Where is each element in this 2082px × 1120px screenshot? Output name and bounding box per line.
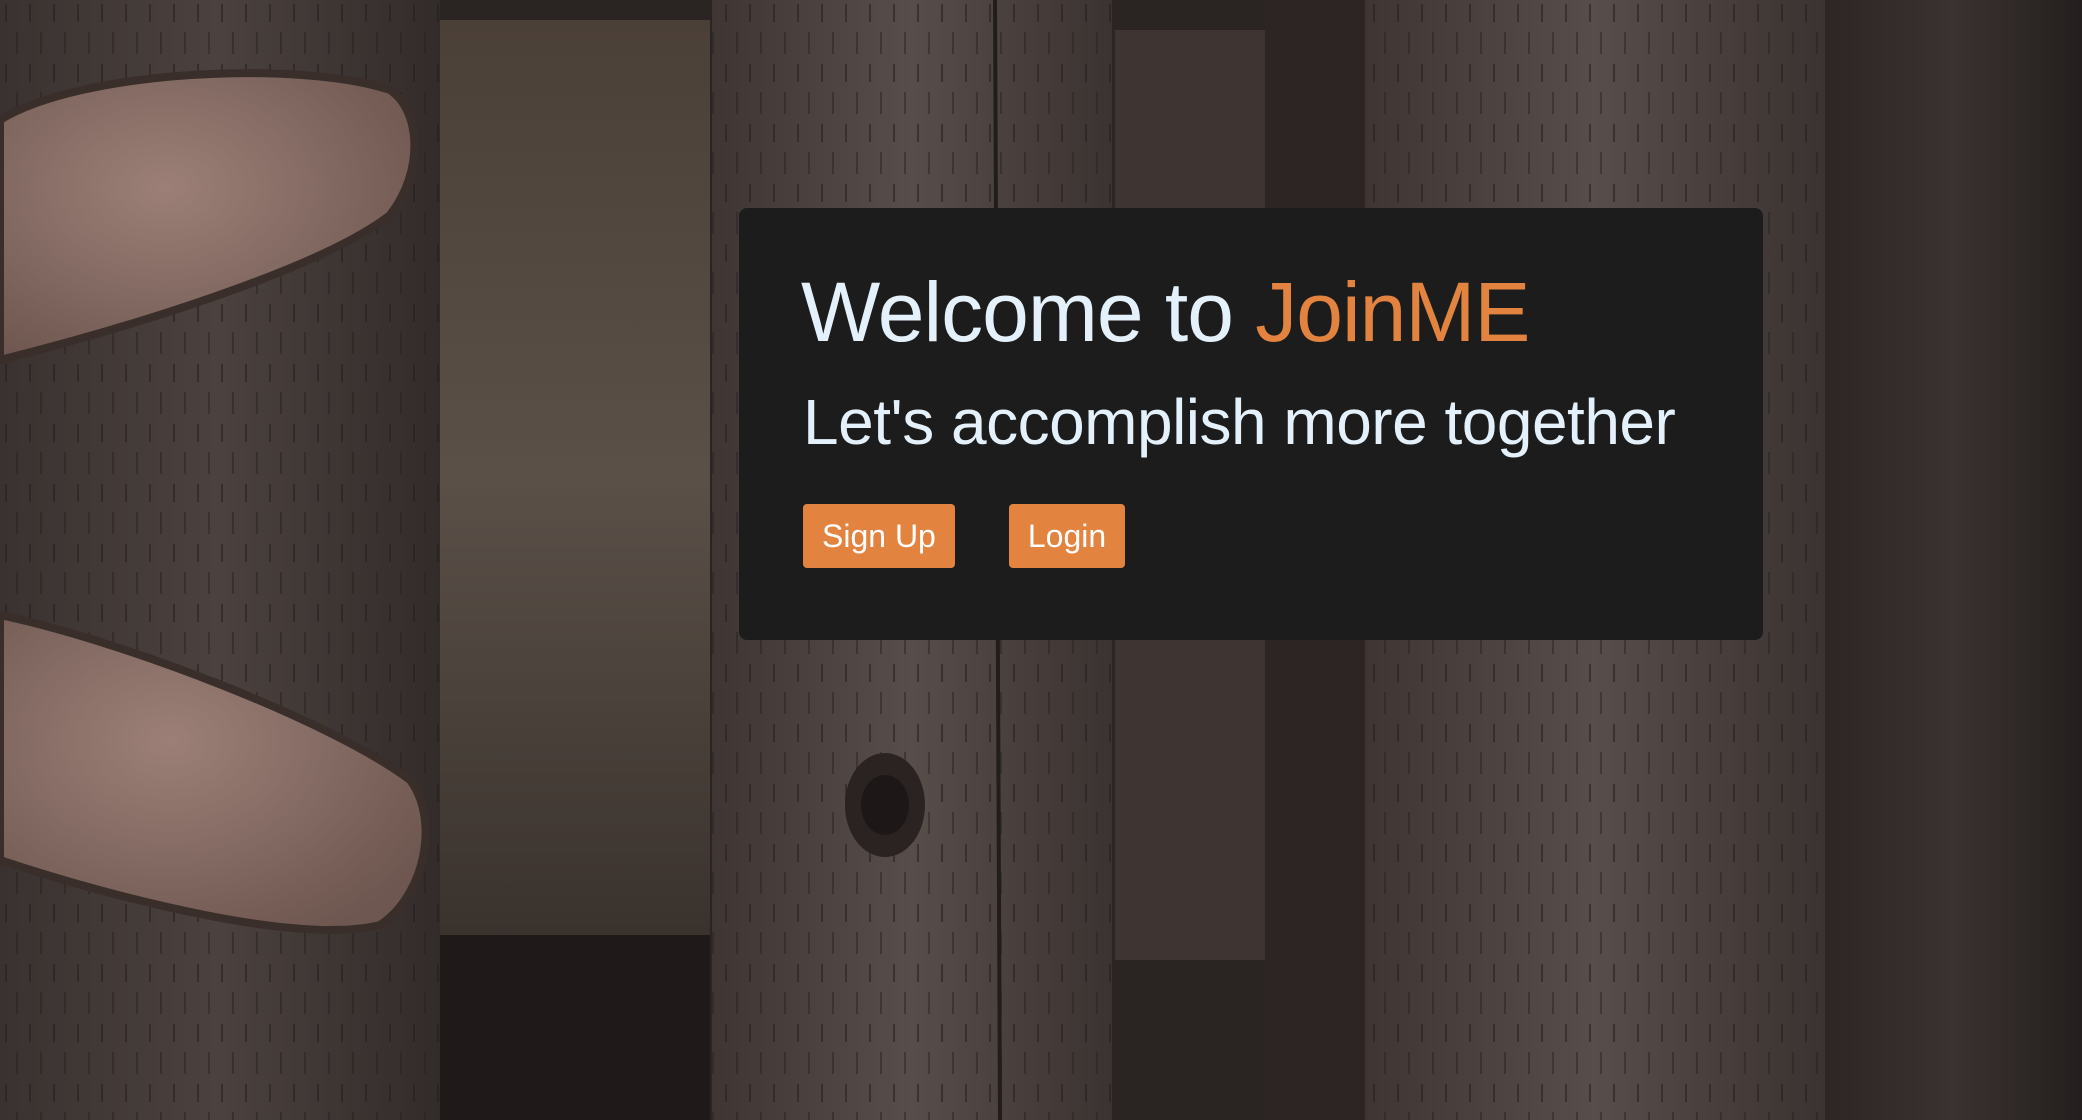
sign-up-button[interactable]: Sign Up bbox=[803, 504, 955, 568]
hero-card: Welcome to JoinME Let's accomplish more … bbox=[739, 208, 1763, 640]
hero-actions: Sign Up Login bbox=[803, 504, 1701, 568]
hero-title-prefix: Welcome to bbox=[801, 265, 1256, 359]
hero-subtitle: Let's accomplish more together bbox=[803, 386, 1676, 458]
landing-page: Welcome to JoinME Let's accomplish more … bbox=[0, 0, 2082, 1120]
login-button[interactable]: Login bbox=[1008, 504, 1126, 568]
hero-title: Welcome to JoinME bbox=[801, 270, 1701, 354]
brand-name: JoinME bbox=[1255, 265, 1530, 359]
